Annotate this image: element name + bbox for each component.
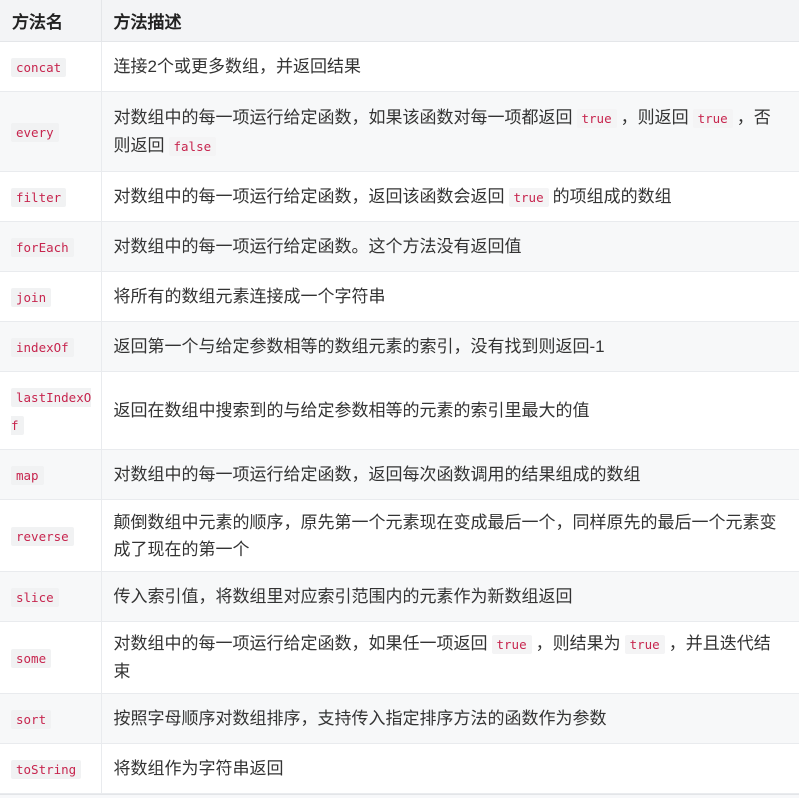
description-text: 返回在数组中搜索到的与给定参数相等的元素的索引里最大的值 bbox=[113, 401, 590, 420]
method-name-cell: toString bbox=[0, 743, 102, 794]
method-description-cell: 将所有的数组元素连接成一个字符串 bbox=[101, 271, 799, 322]
method-name-cell: reverse bbox=[0, 499, 102, 572]
method-name-cell: every bbox=[0, 91, 102, 172]
header-method-description: 方法描述 bbox=[101, 0, 799, 42]
method-name-code: filter bbox=[11, 187, 67, 207]
inline-code: true bbox=[491, 635, 532, 654]
table-row: lastIndexOf 返回在数组中搜索到的与给定参数相等的元素的索引里最大的值 bbox=[0, 371, 799, 450]
table-row: concat 连接2个或更多数组，并返回结果 bbox=[0, 41, 799, 92]
method-name-code: slice bbox=[11, 587, 59, 607]
method-name-cell: forEach bbox=[0, 221, 102, 272]
method-name-cell: lastIndexOf bbox=[0, 371, 102, 450]
table-row: toString 将数组作为字符串返回 bbox=[0, 743, 799, 794]
description-text: 对数组中的每一项运行给定函数，返回该函数会返回 bbox=[113, 186, 505, 206]
method-description-cell: 对数组中的每一项运行给定函数，返回每次函数调用的结果组成的数组 bbox=[101, 449, 799, 500]
method-name-code: every bbox=[11, 122, 59, 142]
table-row: slice 传入索引值，将数组里对应索引范围内的元素作为新数组返回 bbox=[0, 571, 799, 622]
table-row: indexOf 返回第一个与给定参数相等的数组元素的索引，没有找到则返回-1 bbox=[0, 321, 799, 372]
array-methods-table: 方法名 方法描述 concat 连接2个或更多数组，并返回结果 every 对数组中的… bbox=[0, 0, 799, 794]
description-text: 连接2个或更多数组，并返回结果 bbox=[113, 57, 361, 76]
method-name-cell: sort bbox=[0, 693, 102, 744]
method-description-cell: 返回第一个与给定参数相等的数组元素的索引，没有找到则返回-1 bbox=[101, 321, 799, 372]
method-name-cell: slice bbox=[0, 571, 102, 622]
inline-code: true bbox=[692, 108, 733, 128]
method-name-code: indexOf bbox=[11, 337, 74, 357]
description-text: 颠倒数组中元素的顺序，原先第一个元素现在变成最后一个，同样原先的最后一个元素变成… bbox=[113, 512, 777, 559]
method-name-code: toString bbox=[11, 759, 82, 779]
description-text: 对数组中的每一项运行给定函数。这个方法没有返回值 bbox=[113, 237, 522, 256]
method-name-cell: join bbox=[0, 271, 102, 322]
method-name-cell: concat bbox=[0, 41, 102, 92]
array-methods-table-container: 方法名 方法描述 concat 连接2个或更多数组，并返回结果 every 对数组中的… bbox=[0, 0, 799, 795]
header-method-name: 方法名 bbox=[0, 0, 102, 42]
inline-code: true bbox=[508, 187, 549, 207]
table-row: forEach 对数组中的每一项运行给定函数。这个方法没有返回值 bbox=[0, 221, 799, 272]
description-text: 对数组中的每一项运行给定函数，如果该函数对每一项都返回 bbox=[113, 107, 573, 127]
method-name-code: join bbox=[11, 287, 52, 307]
method-description-cell: 将数组作为字符串返回 bbox=[101, 743, 799, 794]
inline-code: false bbox=[168, 136, 217, 156]
description-text: 将所有的数组元素连接成一个字符串 bbox=[113, 287, 386, 306]
table-row: sort 按照字母顺序对数组排序，支持传入指定排序方法的函数作为参数 bbox=[0, 693, 799, 744]
table-row: join 将所有的数组元素连接成一个字符串 bbox=[0, 271, 799, 322]
method-name-code: sort bbox=[11, 709, 52, 729]
method-name-code: reverse bbox=[11, 526, 74, 546]
table-body: concat 连接2个或更多数组，并返回结果 every 对数组中的每一项运行给定函数… bbox=[0, 41, 799, 794]
description-text: 的项组成的数组 bbox=[552, 186, 672, 206]
description-text: 传入索引值，将数组里对应索引范围内的元素作为新数组返回 bbox=[113, 587, 573, 606]
table-row: some 对数组中的每一项运行给定函数，如果任一项返回 true ，则结果为 true，… bbox=[0, 621, 799, 694]
inline-code: true bbox=[576, 108, 617, 128]
description-text: 对数组中的每一项运行给定函数，返回每次函数调用的结果组成的数组 bbox=[113, 465, 641, 484]
method-name-cell: map bbox=[0, 449, 102, 500]
method-name-code: some bbox=[11, 648, 52, 668]
method-name-cell: some bbox=[0, 621, 102, 694]
method-description-cell: 对数组中的每一项运行给定函数。这个方法没有返回值 bbox=[101, 221, 799, 272]
inline-code: true bbox=[624, 635, 665, 654]
description-text: 按照字母顺序对数组排序，支持传入指定排序方法的函数作为参数 bbox=[113, 709, 607, 728]
method-description-cell: 返回在数组中搜索到的与给定参数相等的元素的索引里最大的值 bbox=[101, 371, 799, 450]
method-description-cell: 对数组中的每一项运行给定函数，如果任一项返回 true ，则结果为 true ，并且迭代… bbox=[101, 621, 799, 694]
method-description-cell: 对数组中的每一项运行给定函数，如果该函数对每一项都返回 true ，则返回 true，… bbox=[101, 91, 799, 172]
description-text: 对数组中的每一项运行给定函数，如果任一项返回 bbox=[113, 634, 488, 653]
table-row: filter 对数组中的每一项运行给定函数，返回该函数会返回 true 的项组成的数组 bbox=[0, 171, 799, 222]
method-name-cell: indexOf bbox=[0, 321, 102, 372]
description-text: 将数组作为字符串返回 bbox=[113, 759, 284, 778]
method-name-cell: filter bbox=[0, 171, 102, 222]
method-description-cell: 颠倒数组中元素的顺序，原先第一个元素现在变成最后一个，同样原先的最后一个元素变成… bbox=[101, 499, 799, 572]
method-description-cell: 按照字母顺序对数组排序，支持传入指定排序方法的函数作为参数 bbox=[101, 693, 799, 744]
description-text: 返回第一个与给定参数相等的数组元素的索引，没有找到则返回-1 bbox=[113, 337, 605, 356]
method-description-cell: 对数组中的每一项运行给定函数，返回该函数会返回 true 的项组成的数组 bbox=[101, 171, 799, 222]
method-name-code: forEach bbox=[11, 237, 74, 257]
description-text: ，则返回 bbox=[620, 107, 689, 127]
description-text: ，则结果为 bbox=[535, 634, 621, 653]
method-description-cell: 连接2个或更多数组，并返回结果 bbox=[101, 41, 799, 92]
table-header-row: 方法名 方法描述 bbox=[0, 0, 799, 42]
method-name-code: concat bbox=[11, 57, 67, 77]
method-name-code: map bbox=[11, 465, 44, 485]
table-row: every 对数组中的每一项运行给定函数，如果该函数对每一项都返回 true ，则返回… bbox=[0, 91, 799, 172]
method-description-cell: 传入索引值，将数组里对应索引范围内的元素作为新数组返回 bbox=[101, 571, 799, 622]
method-name-code: lastIndexOf bbox=[11, 387, 92, 435]
table-row: map 对数组中的每一项运行给定函数，返回每次函数调用的结果组成的数组 bbox=[0, 449, 799, 500]
table-row: reverse 颠倒数组中元素的顺序，原先第一个元素现在变成最后一个，同样原先的最… bbox=[0, 499, 799, 572]
